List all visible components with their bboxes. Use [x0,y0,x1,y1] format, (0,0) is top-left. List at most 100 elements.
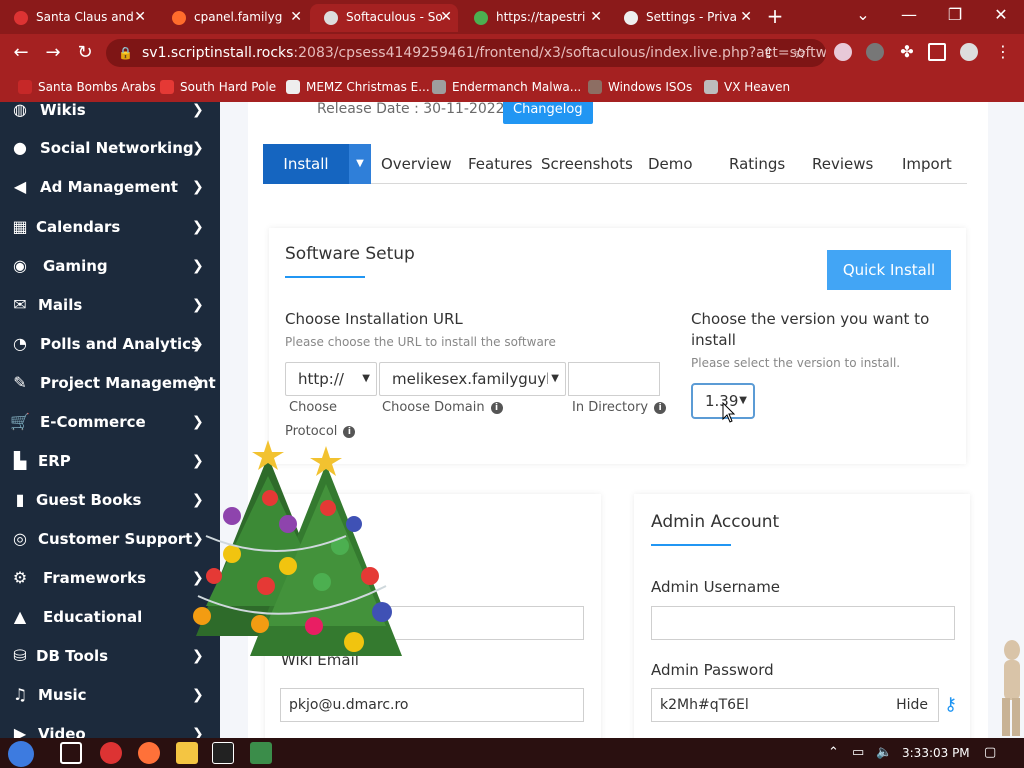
firefox-icon[interactable] [138,742,160,764]
sidebar-item-label: E-Commerce [40,413,146,431]
tab-demo[interactable]: Demo [648,144,693,184]
restore-button[interactable]: ❐ [932,0,978,32]
tab-favicon-icon [474,11,488,25]
bookmark-item[interactable]: VX Heaven [704,72,790,102]
browser-tab[interactable]: Settings - Priva ✕ [610,4,758,32]
browser-tab-active[interactable]: Softaculous - So ✕ [310,4,458,32]
admin-password-input[interactable]: k2Mh#qT6El Hide [651,688,939,722]
close-icon[interactable]: ✕ [290,4,302,30]
tab-search-chevron-icon[interactable]: ⌄ [840,0,886,32]
changelog-button[interactable]: Changelog [503,102,593,124]
bookmark-item[interactable]: South Hard Pole [160,72,276,102]
share-icon[interactable]: ⇪ [762,39,775,67]
app-icon[interactable] [250,742,272,764]
browser-tab[interactable]: Santa Claus and ✕ [0,4,152,32]
puzzle-icon[interactable]: ✤ [898,43,916,61]
start-button[interactable] [8,741,34,767]
wiki-email-input[interactable]: pkjo@u.dmarc.ro [280,688,584,722]
sidebar-item-social-networking[interactable]: ● Social Networking ❯ [0,136,220,175]
sidebar-item-video[interactable]: ▶ Video ❯ [0,722,220,738]
bookmark-item[interactable]: Endermanch Malwa... [432,72,581,102]
tab-screenshots[interactable]: Screenshots [541,144,633,184]
sidebar-item-calendars[interactable]: ▦ Calendars ❯ [0,215,220,254]
menu-dots-icon[interactable]: ⋮ [994,43,1012,61]
address-bar[interactable]: 🔒 sv1.scriptinstall.rocks:2083/cpsess414… [106,39,826,67]
bookmark-item[interactable]: Santa Bombs Arabs [18,72,156,102]
sidebar-item-label: Video [38,725,86,738]
sidebar-item-polls-and-analytics[interactable]: ◔ Polls and Analytics ❯ [0,332,220,371]
quick-install-button[interactable]: Quick Install [827,250,951,290]
tab-install[interactable]: Install [263,144,349,184]
sidebar-item-label: DB Tools [36,647,109,665]
chevron-right-icon: ❯ [192,297,204,313]
task-view-icon[interactable] [60,742,82,764]
taskbar-clock[interactable]: 3:33:03 PM [902,738,970,768]
window-close-button[interactable]: ✕ [978,0,1024,32]
minimize-button[interactable]: — [886,0,932,32]
extension-icon[interactable] [834,43,852,61]
7zip-icon[interactable] [212,742,234,764]
caret-down-icon[interactable]: ▼ [349,144,371,184]
profile-avatar[interactable] [960,43,978,61]
sidebar-item-music[interactable]: ♫ Music ❯ [0,683,220,722]
chevron-right-icon: ❯ [192,336,204,352]
tab-favicon-icon [172,11,186,25]
lock-icon[interactable]: 🔒 [118,39,133,67]
edit-icon: ✎ [13,373,27,392]
directory-input[interactable] [568,362,660,396]
tray-chevron-up-icon[interactable]: ⌃ [828,738,839,768]
gear-icon [624,11,638,25]
volume-icon[interactable]: 🔈 [876,738,892,768]
star-icon[interactable]: ☆ [793,39,806,67]
tab-ratings[interactable]: Ratings [729,144,785,184]
sidebar-item-gaming[interactable]: ◉ Gaming ❯ [0,254,220,293]
close-icon[interactable]: ✕ [590,4,602,30]
notifications-icon[interactable]: ▢ [984,738,996,768]
sidebar-item-ad-management[interactable]: ◀ Ad Management ❯ [0,175,220,214]
directory-label: In Directory i [572,400,667,415]
software-setup-card: Software Setup Quick Install Choose Inst… [269,228,966,464]
info-icon[interactable]: i [654,402,667,414]
protocol-select[interactable]: http:// ▼ [285,362,377,396]
tab-reviews[interactable]: Reviews [812,144,873,184]
bookmark-item[interactable]: Windows ISOs [588,72,692,102]
browser-tab[interactable]: cpanel.familyg ✕ [158,4,308,32]
sidebar-item-project-management[interactable]: ✎ Project Management ❯ [0,371,220,410]
sidebar-item-wikis[interactable]: ◍ Wikis ❯ [0,102,220,137]
sidebar-item-mails[interactable]: ✉ Mails ❯ [0,293,220,332]
version-label: Choose the version you want to [691,310,930,328]
domain-select[interactable]: melikesex.familyguyh ▼ [379,362,566,396]
domain-value: melikesex.familyguyh [392,370,556,388]
forward-arrow-icon[interactable]: → [40,40,66,66]
new-tab-button[interactable]: + [762,4,788,30]
close-icon[interactable]: ✕ [134,4,146,30]
reload-icon[interactable]: ↻ [72,40,98,66]
hide-password-button[interactable]: Hide [896,689,928,721]
bookmark-label: South Hard Pole [180,80,277,94]
bar-chart-icon: ▙ [13,451,27,470]
network-icon[interactable]: ▭ [852,738,864,768]
info-icon[interactable]: i [490,402,503,414]
tab-import[interactable]: Import [902,144,952,184]
bookmark-icon [18,80,32,94]
sidebar-item-label: Mails [38,296,83,314]
protocol-label: Choose [289,400,337,415]
browser-tab[interactable]: https://tapestri ✕ [460,4,608,32]
file-explorer-icon[interactable] [176,742,198,764]
gears-icon: ⚙ [12,568,28,587]
tab-overview[interactable]: Overview [381,144,452,184]
chevron-down-icon: ▼ [362,373,370,384]
back-arrow-icon[interactable]: ← [8,40,34,66]
bookmark-item[interactable]: MEMZ Christmas E... [286,72,430,102]
extension-icon[interactable] [866,43,884,61]
mouse-cursor-icon [722,402,736,423]
key-icon[interactable]: ⚷ [944,694,957,715]
admin-username-input[interactable] [651,606,955,640]
close-icon[interactable]: ✕ [740,4,752,30]
tab-title: Santa Claus and [36,10,134,24]
tab-features[interactable]: Features [468,144,533,184]
side-panel-icon[interactable] [928,43,946,61]
tab-title: Settings - Priva [646,10,737,24]
close-icon[interactable]: ✕ [440,4,452,30]
chrome-icon[interactable] [100,742,122,764]
